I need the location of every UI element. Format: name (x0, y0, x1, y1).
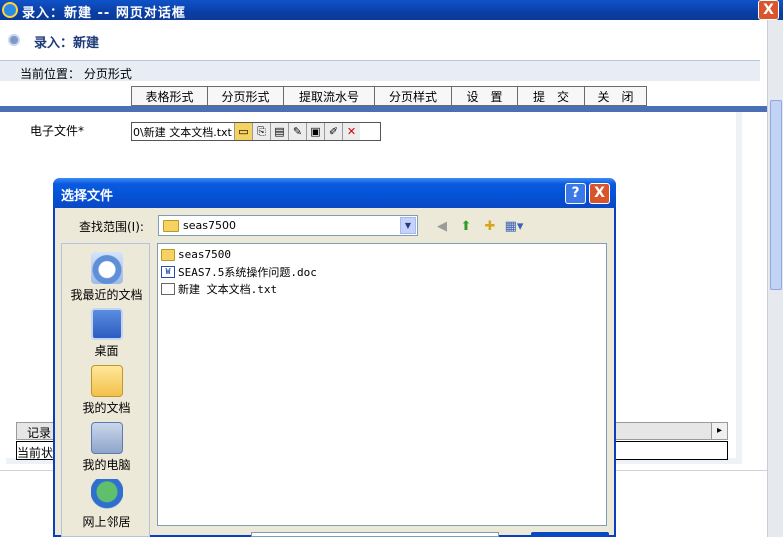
breadcrumb-label: 当前位置： (20, 67, 81, 81)
place-label: 桌面 (94, 344, 119, 358)
file-name: SEAS7.5系统操作问题.doc (178, 265, 317, 279)
place-recent[interactable]: 我最近的文档 (62, 250, 151, 306)
heading-bullet-icon (8, 34, 20, 46)
dialog-titlebar: 选择文件 ? X (53, 178, 616, 208)
scrollbar-thumb[interactable] (770, 100, 782, 290)
breadcrumb: 当前位置： 分页形式 (0, 60, 760, 82)
close-button[interactable]: 关 闭 (585, 87, 646, 105)
view-file-icon[interactable]: ▤ (270, 123, 288, 140)
get-serial-number-button[interactable]: 提取流水号 (284, 87, 375, 105)
form-toolbar: 表格形式 分页形式 提取流水号 分页样式 设 置 提 交 关 闭 (131, 86, 647, 106)
file-name: seas7500 (178, 248, 231, 261)
file-field-label: 电子文件* (30, 124, 85, 138)
dialog-close-button[interactable]: X (589, 183, 610, 204)
my-computer-icon (90, 422, 123, 454)
place-desktop[interactable]: 桌面 (62, 306, 151, 362)
list-item[interactable]: W SEAS7.5系统操作问题.doc (161, 263, 317, 280)
file-field: 0\新建 文本文档.txt ▭ ⎘ ▤ ✎ ▣ ✐ ✕ (131, 122, 381, 141)
back-icon[interactable]: ◀ (433, 218, 451, 235)
places-bar: 我最近的文档 桌面 我的文档 我的电脑 网上邻居 (61, 243, 150, 537)
record-label: 记录 (27, 426, 52, 440)
file-name: 新建 文本文档.txt (178, 282, 278, 296)
breadcrumb-value: 分页形式 (83, 67, 132, 81)
file-list: seas7500 W SEAS7.5系统操作问题.doc 新建 文本文档.txt (157, 243, 607, 526)
lookin-select[interactable]: seas7500 ▼ (158, 215, 418, 236)
table-view-button[interactable]: 表格形式 (132, 87, 208, 105)
folder-icon (161, 248, 175, 261)
text-file-icon (161, 282, 175, 295)
file-name-input[interactable] (251, 532, 499, 537)
window-scrollbar[interactable] (767, 20, 783, 537)
lookin-value: seas7500 (183, 219, 236, 232)
window-title: 录入：新建 -- 网页对话框 (22, 6, 186, 21)
window-close-button[interactable]: X (758, 0, 779, 20)
submit-button[interactable]: 提 交 (518, 87, 585, 105)
place-network[interactable]: 网上邻居 (62, 477, 151, 533)
new-folder-icon[interactable]: ✚ (481, 218, 499, 235)
open-button[interactable] (531, 532, 609, 537)
page-title: 录入：新建 (34, 36, 100, 51)
recent-documents-icon (90, 252, 123, 284)
folder-icon (163, 219, 179, 232)
list-item[interactable]: 新建 文本文档.txt (161, 280, 277, 297)
settings-button[interactable]: 设 置 (452, 87, 518, 105)
list-item[interactable]: seas7500 (161, 246, 231, 263)
ie-logo-icon (2, 2, 18, 18)
place-label: 我的电脑 (82, 458, 131, 472)
place-label: 我的文档 (82, 401, 131, 415)
up-folder-icon[interactable]: ⬆ (457, 218, 475, 235)
delete-file-icon[interactable]: ✕ (342, 123, 360, 140)
window-titlebar: 录入：新建 -- 网页对话框 X (0, 0, 783, 21)
help-button[interactable]: ? (565, 183, 586, 204)
open-folder-icon[interactable]: ▭ (234, 123, 252, 140)
scroll-right-icon[interactable]: ▸ (711, 423, 727, 439)
paged-view-button[interactable]: 分页形式 (208, 87, 284, 105)
file-path-input[interactable]: 0\新建 文本文档.txt (132, 124, 234, 140)
my-documents-icon (90, 365, 123, 397)
dialog-title: 选择文件 (61, 189, 114, 204)
status-label: 当前状 (17, 446, 54, 460)
place-label: 网上邻居 (82, 515, 131, 529)
network-places-icon (90, 479, 123, 511)
place-my-computer[interactable]: 我的电脑 (62, 420, 151, 476)
desktop-icon (90, 308, 123, 340)
dialog-nav-toolbar: ◀ ⬆ ✚ ▦▾ (433, 218, 523, 235)
breadcrumb-text: 当前位置： 分页形式 (20, 65, 132, 82)
file-chooser-dialog: 选择文件 ? X 查找范围(I): seas7500 ▼ ◀ ⬆ ✚ ▦▾ 我最… (53, 178, 616, 537)
page-header: 录入：新建 (0, 20, 767, 58)
edit-file-icon[interactable]: ✎ (288, 123, 306, 140)
view-menu-icon[interactable]: ▦▾ (505, 218, 524, 235)
attach-icon[interactable]: ✐ (324, 123, 342, 140)
place-my-documents[interactable]: 我的文档 (62, 363, 151, 419)
page-style-button[interactable]: 分页样式 (375, 87, 452, 105)
place-label: 我最近的文档 (70, 288, 143, 302)
lookin-label: 查找范围(I): (79, 220, 144, 234)
word-document-icon: W (161, 265, 175, 278)
sign-icon[interactable]: ▣ (306, 123, 324, 140)
scan-icon[interactable]: ⎘ (252, 123, 270, 140)
chevron-down-icon[interactable]: ▼ (400, 217, 416, 234)
